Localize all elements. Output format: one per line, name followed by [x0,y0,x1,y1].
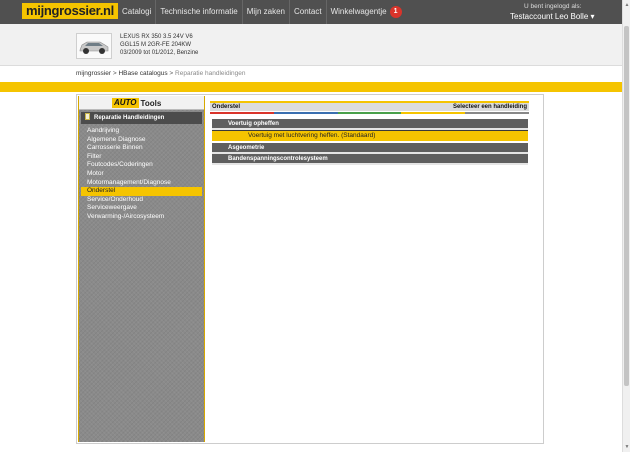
nav-mijn-zaken[interactable]: Mijn zaken [241,0,289,24]
colorbar-segment [401,112,466,114]
sidebar-item-verwarming[interactable]: Verwarming-/Aircosysteem [81,213,202,222]
sidebar-item-algemene-diagnose[interactable]: Algemene Diagnose [81,136,202,145]
colorbar-segment [273,112,338,114]
document-icon [85,113,90,120]
nav-technische-informatie[interactable]: Technische informatie [155,0,241,24]
select-manual-label: Selecteer een handleiding [452,104,527,110]
manual-list: Voertuig opheffen Voertuig met luchtveri… [212,119,528,165]
page: mijngrossier.nl Catalogi Technische info… [0,0,630,452]
logged-in-label: U bent ingelogd als: [524,3,582,10]
sidebar-item-carrosserie-binnen[interactable]: Carrosserie Binnen [81,144,202,153]
user-account: U bent ingelogd als: Testaccount Leo Bol… [510,2,620,22]
colorbar-segment [465,112,529,114]
vehicle-image [76,33,112,59]
nav-winkelwagentje-label: Winkelwagentje [330,7,387,16]
breadcrumb-catalogus[interactable]: HBase catalogus [118,70,167,77]
colorbar-segment [210,112,274,114]
content-title: Onderstel [212,104,241,110]
scroll-down-icon[interactable]: ▼ [624,444,630,450]
vehicle-details: LEXUS RX 350 3.5 24V V6 GGL15 M 2GR-FE 2… [120,33,198,57]
sidebar-item-motormanagement[interactable]: Motormanagement/Diagnose [81,179,202,188]
category-colorbar [210,112,529,114]
group-asgeometrie[interactable]: Asgeometrie [212,143,528,154]
sidebar-item-serviceweergave[interactable]: Serviceweergave [81,204,202,213]
car-icon [79,41,109,54]
group-bandenspanningscontrolesysteem[interactable]: Bandenspanningscontrolesysteem [212,154,528,165]
sidebar-item-aandrijving[interactable]: Aandrijving [81,127,202,136]
top-navbar: mijngrossier.nl Catalogi Technische info… [0,0,630,24]
breadcrumb-current: Reparatie handleidingen [175,70,246,77]
vehicle-strip: LEXUS RX 350 3.5 24V V6 GGL15 M 2GR-FE 2… [0,24,630,66]
autotools-logo-auto: AUTO [112,98,139,108]
page-scrollbar[interactable]: ▲ ▼ [622,0,630,452]
sidebar-header: AUTO Tools [79,96,204,110]
sidebar-item-service-onderhoud[interactable]: Service/Onderhoud [81,196,202,205]
breadcrumb-home[interactable]: mijngrossier [76,70,111,77]
sidebar-item-motor[interactable]: Motor [81,170,202,179]
content-header: Onderstel Selecteer een handleiding [210,101,529,111]
sidebar-item-foutcodes[interactable]: Foutcodes/Coderingen [81,161,202,170]
vehicle-period: 03/2009 tot 01/2012, Benzine [120,50,199,56]
cart-count-badge: 1 [389,5,402,18]
autotools-logo: AUTO Tools [112,98,161,108]
sidebar-item-filter[interactable]: Filter [81,153,202,162]
manual-luchtvering-heffen[interactable]: Voertuig met luchtvering heffen. (Standa… [212,131,528,141]
sidebar-border-left [78,96,79,442]
nav-winkelwagentje[interactable]: Winkelwagentje 1 [325,0,406,24]
user-menu-toggle[interactable]: Testaccount Leo Bolle ▾ [510,11,620,22]
colorbar-segment [337,112,402,114]
nav-catalogi[interactable]: Catalogi [118,0,155,24]
group-voertuig-opheffen-items: Voertuig met luchtvering heffen. (Standa… [212,130,528,141]
vehicle-model: LEXUS RX 350 3.5 24V V6 [120,34,193,40]
sidebar: AUTO Tools Reparatie Handleidingen Aandri… [79,96,204,442]
group-voertuig-opheffen[interactable]: Voertuig opheffen [212,119,528,130]
site-logo[interactable]: mijngrossier.nl [22,3,118,19]
section-header: Reparatie Handleidingen [81,112,202,124]
vehicle-engine: GGL15 M 2GR-FE 204KW [120,42,192,48]
sidebar-menu: Aandrijving Algemene Diagnose Carrosseri… [81,127,202,222]
breadcrumb: mijngrossier > HBase catalogus > Reparat… [76,70,246,78]
sidebar-item-onderstel[interactable]: Onderstel [81,187,202,196]
main-nav: Catalogi Technische informatie Mijn zake… [118,0,406,24]
breadcrumb-separator: > [167,70,176,77]
scrollbar-thumb[interactable] [624,26,629,386]
autotools-logo-tools: Tools [140,98,162,108]
accent-band [0,82,630,92]
section-title: Reparatie Handleidingen [94,115,165,121]
sidebar-border-right [204,96,205,442]
scroll-up-icon[interactable]: ▲ [624,2,630,8]
nav-contact[interactable]: Contact [288,0,326,24]
